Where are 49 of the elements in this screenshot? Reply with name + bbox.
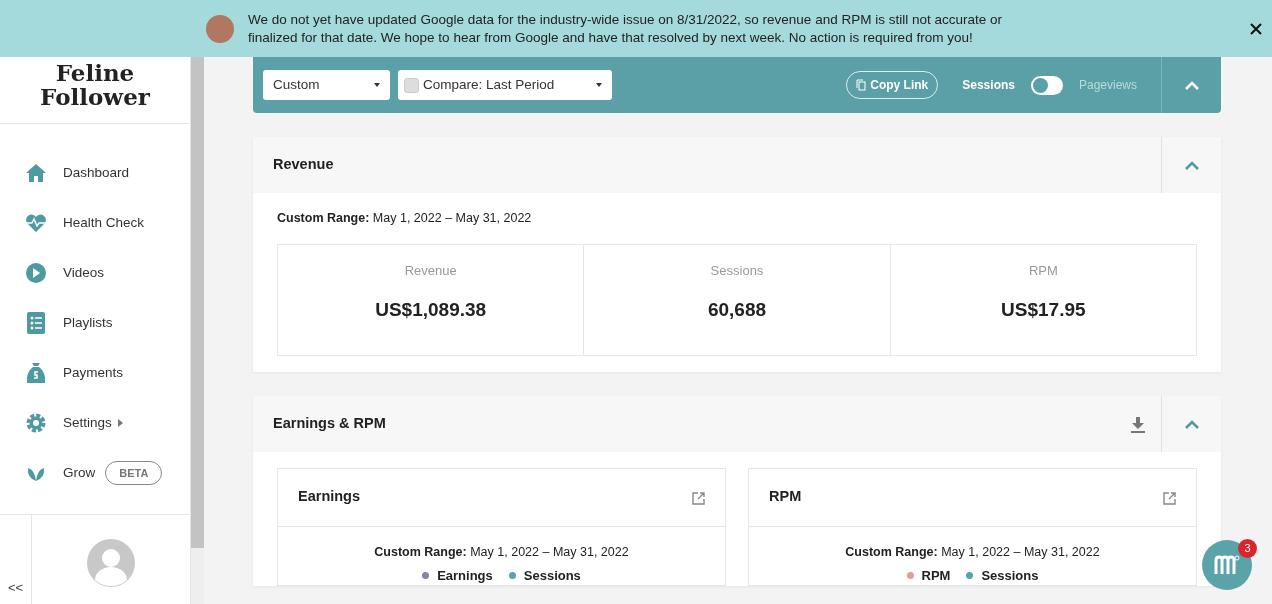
- toggle-label: Sessions: [962, 77, 1015, 94]
- legend-label: Earnings: [437, 566, 493, 585]
- stat-label: Revenue: [403, 261, 458, 280]
- stat-label: RPM: [1027, 261, 1059, 280]
- download-icon[interactable]: [1131, 414, 1145, 434]
- home-icon: [25, 162, 47, 184]
- list-icon: [25, 312, 47, 334]
- money-bag-icon: [25, 362, 47, 384]
- nav-item[interactable]: Dashboard: [0, 148, 190, 198]
- chat-logo-icon: [1214, 554, 1240, 576]
- date-range: Custom Range: May 1, 2022 – May 31, 2022: [844, 543, 1101, 561]
- nav-item[interactable]: Grow BETA: [0, 448, 190, 498]
- date-range: Custom Range: May 1, 2022 – May 31, 2022: [373, 543, 630, 561]
- settings-icon: [25, 412, 47, 434]
- caret-icon: [374, 83, 380, 87]
- compare-select[interactable]: Compare: Last Period: [398, 70, 612, 100]
- chevron-icon: [1184, 81, 1199, 91]
- avatar-photo-placeholder: [206, 14, 234, 43]
- card-title: Earnings & RPM: [273, 413, 386, 433]
- nav-item[interactable]: Videos: [0, 248, 190, 298]
- page-scrollbar[interactable]: [1264, 57, 1272, 604]
- panel-title: Earnings: [298, 487, 361, 507]
- site-logo: Feline Follower: [39, 61, 151, 109]
- copy-icon: [856, 79, 867, 91]
- play-icon: [25, 262, 47, 284]
- caret-icon: [596, 83, 602, 87]
- heartbeat-icon: [25, 212, 47, 234]
- range-select[interactable]: Custom: [263, 70, 390, 100]
- nav-item[interactable]: Health Check: [0, 198, 190, 248]
- stat-value: US$1,089.38: [374, 298, 488, 323]
- stat-value: US$17.95: [1000, 298, 1087, 323]
- panel-title: RPM: [769, 487, 802, 507]
- toggle-label: Pageviews: [1078, 77, 1137, 94]
- stat-value: 60,688: [706, 298, 768, 323]
- banner-message: We do not yet have updated Google data for the industry-wide issue on 8/31/2022, so revenue and RPM is still not accurate or finalized for that date. We hope to hear from Google and have that resolved by next week. No action is required from you!: [248, 10, 1003, 47]
- legend-label: RPM: [921, 566, 951, 585]
- card-title: Revenue: [273, 155, 334, 175]
- stat-label: Sessions: [709, 261, 765, 280]
- user-avatar-icon: [87, 539, 135, 587]
- metric-toggle-switch[interactable]: [1030, 75, 1063, 95]
- date-range: Custom Range: May 1, 2022 – May 31, 2022: [277, 210, 533, 227]
- legend-label: Sessions: [981, 566, 1039, 585]
- legend-label: Sessions: [523, 566, 581, 585]
- nav-item[interactable]: Settings: [0, 398, 190, 448]
- chevron-icon: [1184, 161, 1199, 171]
- chevron-icon: [1184, 420, 1199, 430]
- scrollbar[interactable]: [191, 57, 204, 604]
- nav-item[interactable]: Payments: [0, 348, 190, 398]
- nav-item[interactable]: Playlists: [0, 298, 190, 348]
